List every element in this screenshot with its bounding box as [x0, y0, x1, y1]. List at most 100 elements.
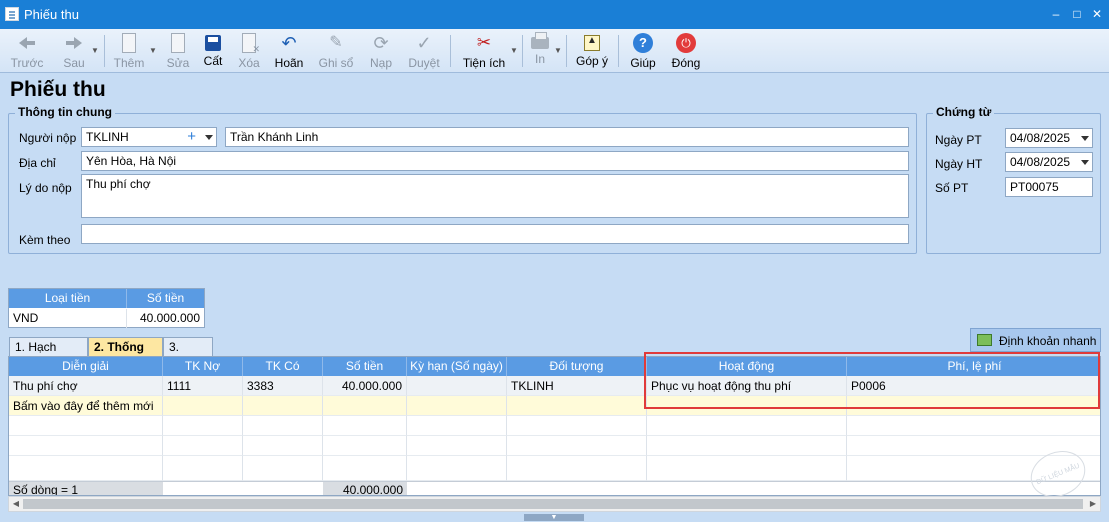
acc-date-value: 04/08/2025 — [1010, 155, 1071, 169]
post-label: Ghi sổ — [318, 56, 354, 70]
cell-description[interactable]: Thu phí chợ — [9, 376, 163, 396]
empty-cell — [163, 416, 243, 436]
cell-debit-account[interactable]: 1111 — [163, 376, 243, 396]
close-button[interactable]: ⏻ Đóng — [670, 31, 702, 71]
arrow-right-icon — [64, 33, 84, 53]
col-term[interactable]: Kỳ hạn (Số ngày) — [407, 357, 507, 376]
add-new-row-label[interactable]: Bấm vào đây để thêm mới — [9, 396, 163, 416]
close-label: Đóng — [671, 56, 701, 70]
prev-button[interactable]: Trước — [8, 31, 46, 71]
edit-label: Sửa — [166, 56, 190, 70]
cell-term[interactable] — [407, 376, 507, 396]
print-label: In — [534, 52, 545, 66]
reload-button[interactable]: ⟳ Nạp — [366, 31, 396, 71]
col-debit-account[interactable]: TK Nợ — [163, 357, 243, 376]
empty-cell[interactable] — [243, 396, 323, 416]
delete-icon — [242, 33, 260, 55]
empty-cell — [507, 416, 647, 436]
close-window-button[interactable]: ✕ — [1088, 5, 1106, 23]
chevron-down-icon[interactable] — [1081, 136, 1089, 141]
scrollbar-thumb[interactable] — [23, 499, 1083, 509]
add-button[interactable]: Thêm — [112, 31, 146, 71]
acc-date-picker[interactable]: 04/08/2025 — [1005, 152, 1093, 172]
undo-button[interactable]: ↶ Hoãn — [272, 31, 306, 71]
next-button[interactable]: Sau — [56, 31, 92, 71]
empty-cell — [9, 456, 163, 481]
delete-button[interactable]: Xóa — [235, 31, 263, 71]
undo-icon: ↶ — [281, 33, 297, 53]
quick-entry-button[interactable]: Định khoản nhanh — [970, 328, 1101, 352]
add-dropdown-arrow[interactable]: ▼ — [149, 31, 157, 71]
payer-code-combo[interactable]: TKLINH + — [81, 127, 217, 147]
empty-cell — [323, 456, 407, 481]
col-credit-account[interactable]: TK Có — [243, 357, 323, 376]
edit-button[interactable]: Sửa — [165, 31, 191, 71]
help-button[interactable]: ? Giúp — [628, 31, 658, 71]
feedback-label: Góp ý — [575, 54, 608, 68]
prev-label: Trước — [10, 56, 44, 70]
post-button[interactable]: ✎ Ghi sổ — [316, 31, 356, 71]
tab-accounting[interactable]: 1. Hạch toán — [9, 337, 88, 372]
col-object[interactable]: Đối tượng — [507, 357, 647, 376]
next-dropdown-arrow[interactable]: ▼ — [91, 31, 99, 71]
post-date-value: 04/08/2025 — [1010, 131, 1071, 145]
approve-button[interactable]: ✓ Duyệt — [404, 31, 444, 71]
add-payer-icon[interactable]: + — [187, 128, 196, 146]
empty-row — [9, 416, 1100, 436]
empty-cell — [163, 456, 243, 481]
scroll-right-icon[interactable]: ▶ — [1086, 497, 1100, 511]
tab-statistics[interactable]: 2. Thống kê — [88, 337, 163, 372]
print-dropdown-arrow[interactable]: ▼ — [554, 31, 562, 71]
currency-type-cell[interactable]: VND — [9, 309, 127, 328]
payer-name-field[interactable]: Trần Khánh Linh — [225, 127, 909, 147]
post-date-picker[interactable]: 04/08/2025 — [1005, 128, 1093, 148]
utilities-dropdown-arrow[interactable]: ▼ — [510, 31, 518, 71]
voucher-number-field[interactable]: PT00075 — [1005, 177, 1093, 197]
empty-cell[interactable] — [507, 396, 647, 416]
reload-label: Nạp — [369, 56, 392, 70]
minimize-button[interactable]: ‒ — [1047, 5, 1065, 23]
empty-cell — [243, 436, 323, 456]
col-amount[interactable]: Số tiền — [323, 357, 407, 376]
chevron-down-icon[interactable] — [1081, 160, 1089, 165]
toolbar-separator — [522, 35, 523, 67]
horizontal-scrollbar[interactable]: ◀ ▶ — [8, 496, 1101, 512]
add-label: Thêm — [113, 56, 145, 70]
chevron-down-icon[interactable] — [205, 135, 213, 140]
empty-cell — [507, 436, 647, 456]
cell-credit-account[interactable]: 3383 — [243, 376, 323, 396]
reason-textarea[interactable]: Thu phí chợ — [81, 174, 909, 218]
acc-date-label: Ngày HT — [935, 157, 983, 171]
empty-cell — [243, 416, 323, 436]
maximize-button[interactable]: □ — [1068, 5, 1086, 23]
scroll-left-icon[interactable]: ◀ — [9, 497, 23, 511]
col-description[interactable]: Diễn giải — [9, 357, 163, 376]
feedback-button[interactable]: Góp ý — [574, 31, 610, 71]
reason-label: Lý do nộp — [19, 181, 72, 195]
cell-amount[interactable]: 40.000.000 — [323, 376, 407, 396]
utilities-button[interactable]: ✂ Tiện ích — [460, 31, 508, 71]
print-button[interactable]: In — [528, 31, 552, 71]
printer-icon — [531, 32, 549, 49]
empty-cell[interactable] — [407, 396, 507, 416]
voucher-number-label: Số PT — [935, 181, 969, 195]
empty-cell[interactable] — [323, 396, 407, 416]
attach-field[interactable] — [81, 224, 909, 244]
row-count: Số dòng = 1 — [9, 482, 163, 495]
grid-footer: Số dòng = 1 40.000.000 — [9, 481, 1100, 495]
currency-amount-cell[interactable]: 40.000.000 — [127, 309, 204, 328]
cell-object[interactable]: TKLINH — [507, 376, 647, 396]
empty-cell — [9, 436, 163, 456]
splitter-handle[interactable]: ▼ — [524, 514, 584, 521]
save-button[interactable]: Cất — [200, 31, 226, 71]
empty-cell[interactable] — [163, 396, 243, 416]
address-field[interactable]: Yên Hòa, Hà Nội — [81, 151, 909, 171]
currency-amount-header: Số tiền — [127, 289, 204, 308]
footer-total: 40.000.000 — [323, 482, 407, 495]
empty-row — [9, 456, 1100, 481]
empty-cell — [407, 456, 507, 481]
empty-row — [9, 436, 1100, 456]
toolbar-separator — [566, 35, 567, 67]
tab-tax[interactable]: 3. Thuế — [163, 337, 213, 372]
window-title: Phiếu thu — [24, 7, 79, 22]
